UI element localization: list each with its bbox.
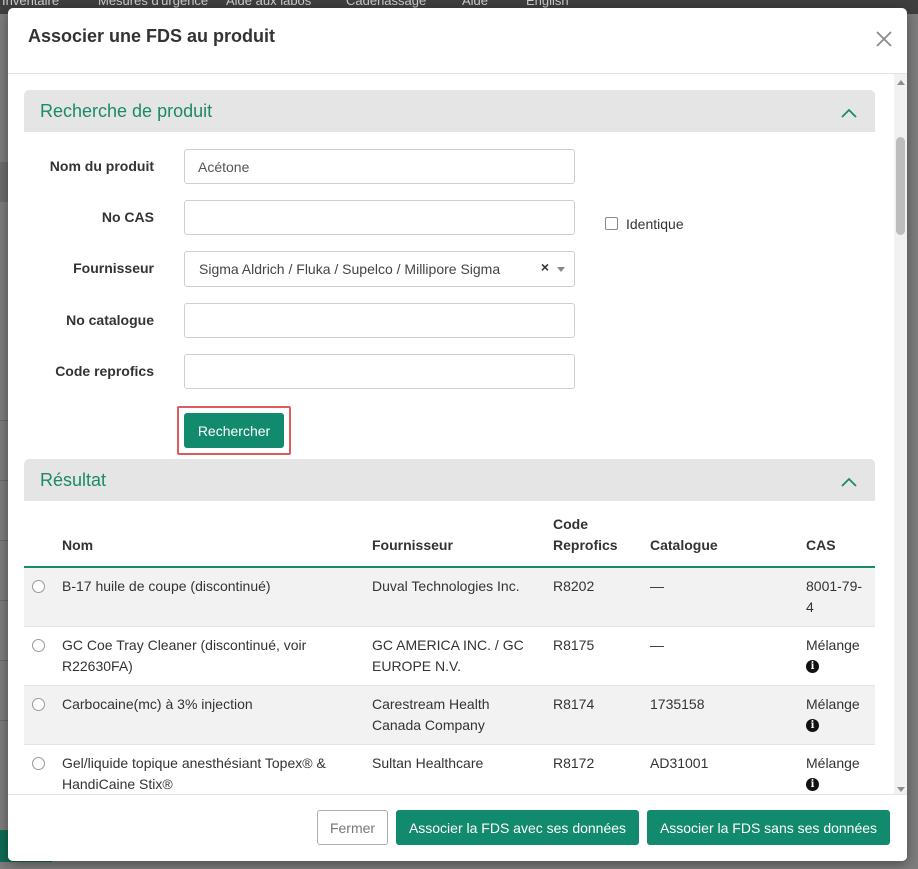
supplier-selected-value: Sigma Aldrich / Fluka / Supelco / Millip… — [199, 261, 501, 277]
search-button[interactable]: Rechercher — [184, 413, 284, 448]
product-name-input[interactable] — [184, 149, 575, 184]
associate-sds-modal: Associer une FDS au produit Recherche de… — [8, 8, 907, 861]
cell-code: R8175 — [545, 626, 642, 686]
cell-supplier: Carestream Health Canada Company — [364, 685, 545, 745]
cell-code: R8202 — [545, 567, 642, 627]
chevron-up-icon[interactable] — [841, 105, 857, 118]
identical-label: Identique — [626, 216, 684, 232]
cell-supplier: GC AMERICA INC. / GC EUROPE N.V. — [364, 626, 545, 686]
chevron-down-icon[interactable] — [557, 267, 565, 272]
cell-cas: 8001-79-4 — [798, 567, 875, 627]
background-nav-item: Aide aux labos — [226, 0, 312, 8]
cas-label: No CAS — [101, 209, 154, 225]
cell-supplier: Duval Technologies Inc. — [364, 567, 545, 627]
reprofics-input[interactable] — [184, 354, 575, 389]
modal-title: Associer une FDS au produit — [28, 26, 276, 46]
close-button[interactable]: Fermer — [317, 810, 388, 845]
modal-body: Recherche de produit Nom du produit No C… — [8, 74, 894, 794]
info-icon[interactable]: i — [806, 778, 819, 792]
cell-cas: Mélange i — [798, 744, 875, 794]
scroll-thumb[interactable] — [896, 137, 905, 235]
background-nav-item: Aide — [462, 0, 489, 8]
cas-value: Mélange — [806, 754, 860, 771]
row-radio[interactable] — [32, 580, 45, 593]
row-radio[interactable] — [32, 638, 45, 652]
cell-supplier: Sultan Healthcare — [364, 744, 545, 794]
background-nav-item: Inventaire — [2, 0, 60, 8]
chevron-up-icon[interactable] — [841, 474, 857, 487]
results-panel-header[interactable]: Résultat — [24, 459, 875, 501]
cell-name: GC Coe Tray Cleaner (discontinué, voir R… — [54, 626, 364, 686]
row-select-cell — [24, 744, 54, 794]
column-header-code[interactable]: Code Reprofics — [545, 508, 642, 568]
cas-value: Mélange — [806, 636, 860, 653]
cas-value: Mélange — [806, 695, 860, 712]
close-icon[interactable] — [875, 30, 893, 48]
modal-header: Associer une FDS au produit — [8, 8, 907, 74]
modal-footer: Fermer Associer la FDS avec ses données … — [8, 794, 907, 861]
row-select-cell — [24, 685, 54, 745]
cell-cas: Mélange i — [798, 685, 875, 745]
reprofics-label: Code reprofics — [55, 363, 154, 379]
row-select-cell — [24, 567, 54, 627]
cell-code: R8174 — [545, 685, 642, 745]
column-header-catalog[interactable]: Catalogue — [642, 508, 798, 568]
identical-checkbox[interactable] — [605, 217, 618, 230]
info-icon[interactable]: i — [806, 660, 819, 674]
cell-catalog: AD31001 — [642, 744, 798, 794]
product-name-label: Nom du produit — [49, 158, 154, 174]
table-row[interactable]: Carbocaine(mc) à 3% injection Carestream… — [24, 685, 875, 745]
info-icon[interactable]: i — [806, 719, 819, 733]
table-row[interactable]: B-17 huile de coupe (discontinué) Duval … — [24, 567, 875, 627]
cell-name: Carbocaine(mc) à 3% injection — [54, 685, 364, 745]
row-select-cell — [24, 626, 54, 686]
search-panel-header[interactable]: Recherche de produit — [24, 90, 875, 132]
results-table: Nom Fournisseur Code Reprofics Catalogue… — [24, 508, 875, 794]
cas-value: 8001-79-4 — [806, 578, 863, 615]
row-radio[interactable] — [32, 756, 45, 770]
cell-code: R8172 — [545, 744, 642, 794]
table-row[interactable]: GC Coe Tray Cleaner (discontinué, voir R… — [24, 626, 875, 686]
clear-selection-icon[interactable]: × — [541, 259, 549, 275]
column-header-name[interactable]: Nom — [54, 508, 364, 568]
catalog-input[interactable] — [184, 303, 575, 338]
column-header-cas[interactable]: CAS — [798, 508, 875, 568]
modal-scrollbar[interactable] — [894, 74, 907, 794]
background-nav-item: Mesures d'urgence — [98, 0, 209, 8]
cell-cas: Mélange i — [798, 626, 875, 686]
scroll-up-icon[interactable] — [897, 80, 905, 85]
search-panel-title: Recherche de produit — [40, 101, 213, 121]
results-panel-title: Résultat — [40, 470, 107, 490]
row-radio[interactable] — [32, 697, 45, 711]
cas-input[interactable] — [184, 200, 575, 235]
supplier-label: Fournisseur — [73, 260, 154, 276]
cell-catalog: 1735158 — [642, 685, 798, 745]
associate-without-data-button[interactable]: Associer la FDS sans ses données — [647, 810, 890, 845]
column-header-supplier[interactable]: Fournisseur — [364, 508, 545, 568]
scroll-down-icon[interactable] — [897, 787, 905, 792]
cell-catalog: — — [642, 626, 798, 686]
background-nav-item: English — [526, 0, 569, 8]
cell-name: Gel/liquide topique anesthésiant Topex® … — [54, 744, 364, 794]
cell-name: B-17 huile de coupe (discontinué) — [54, 567, 364, 627]
table-row[interactable]: Gel/liquide topique anesthésiant Topex® … — [24, 744, 875, 794]
cell-catalog: — — [642, 567, 798, 627]
supplier-select[interactable]: Sigma Aldrich / Fluka / Supelco / Millip… — [184, 251, 575, 287]
catalog-label: No catalogue — [66, 312, 154, 328]
background-nav-item: Cadenassage — [346, 0, 427, 8]
table-header-row: Nom Fournisseur Code Reprofics Catalogue… — [24, 508, 875, 568]
column-header-select — [24, 508, 54, 568]
associate-with-data-button[interactable]: Associer la FDS avec ses données — [396, 810, 639, 845]
